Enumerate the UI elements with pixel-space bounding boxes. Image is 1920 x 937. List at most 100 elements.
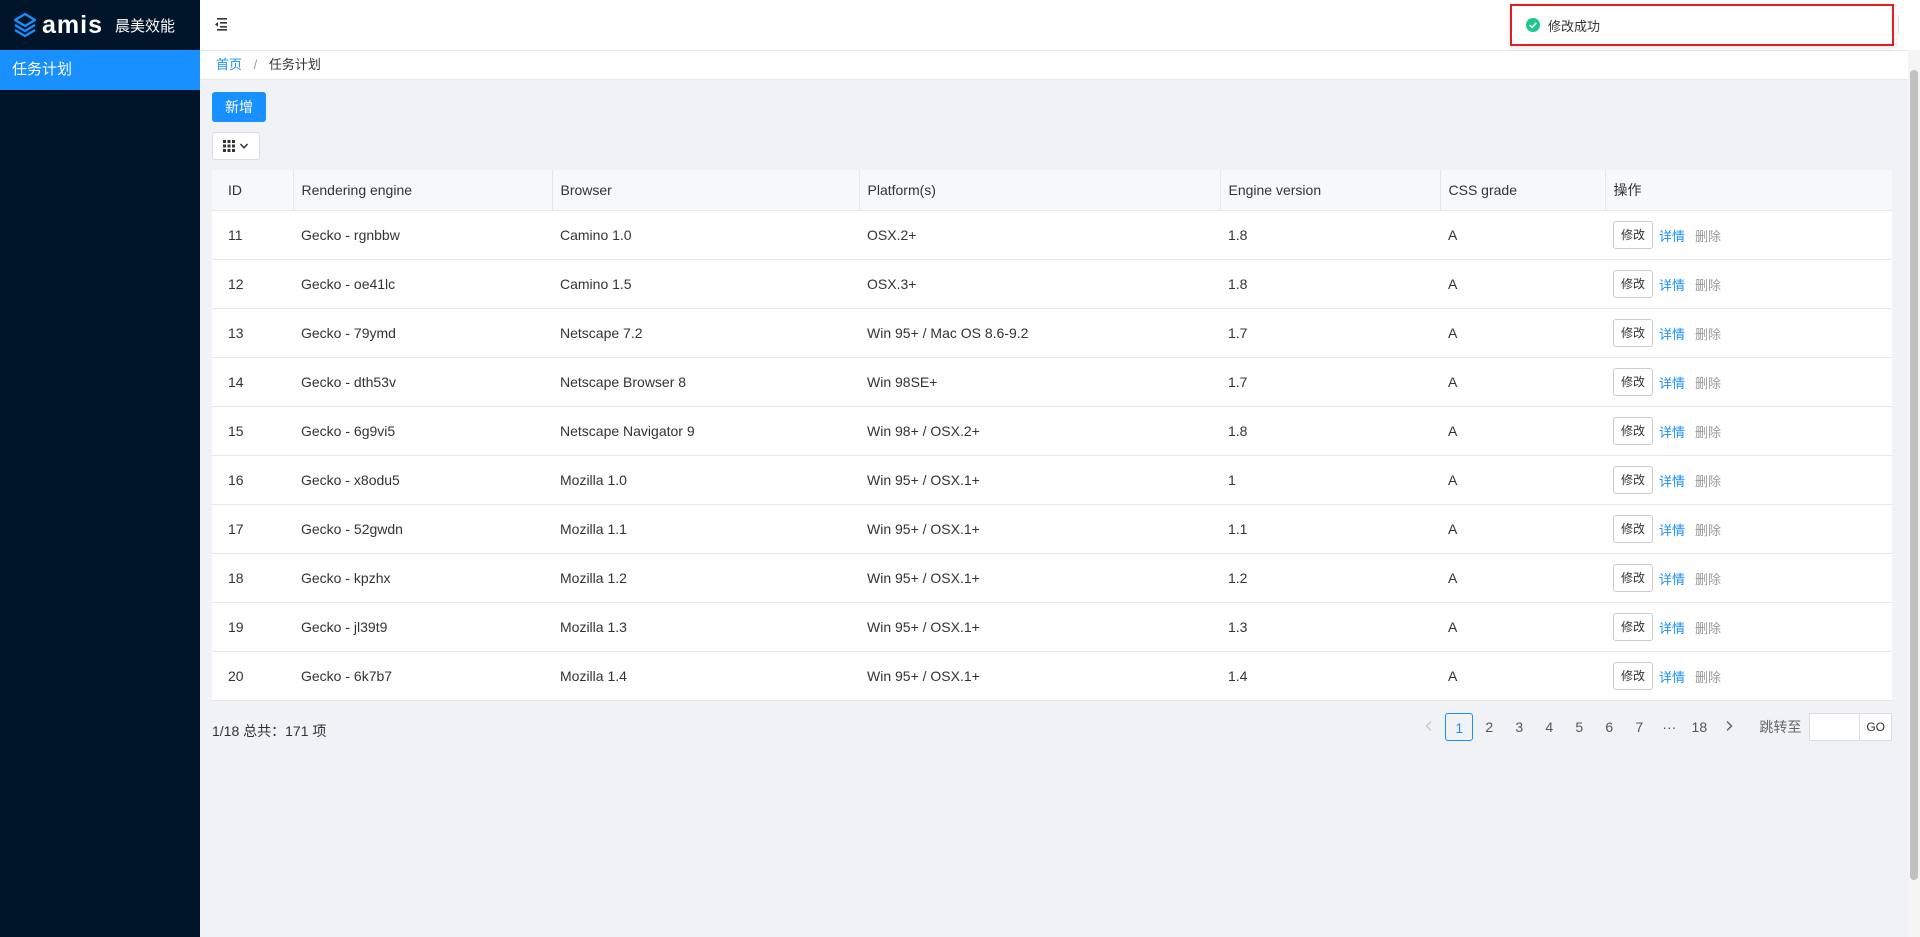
detail-link[interactable]: 详情 [1659, 327, 1685, 342]
go-button[interactable]: GO [1859, 713, 1892, 741]
page-button[interactable]: 5 [1565, 713, 1593, 741]
cell-css-grade: A [1440, 210, 1605, 260]
cell-actions: 修改 详情 删除 [1605, 553, 1892, 603]
brand-subtitle: 晨美效能 [114, 17, 175, 35]
edit-button[interactable]: 修改 [1613, 319, 1654, 347]
breadcrumb-home-link[interactable]: 首页 [216, 57, 242, 72]
delete-link[interactable]: 删除 [1695, 670, 1721, 685]
scrollbar-thumb[interactable] [1910, 70, 1918, 880]
edit-button[interactable]: 修改 [1613, 466, 1654, 494]
delete-link[interactable]: 删除 [1695, 376, 1721, 391]
cell-actions: 修改 详情 删除 [1605, 357, 1892, 407]
cell-id: 13 [212, 308, 293, 358]
detail-link[interactable]: 详情 [1659, 376, 1685, 391]
cell-platforms: Win 95+ / OSX.1+ [859, 553, 1220, 603]
cell-rendering-engine: Gecko - 79ymd [293, 308, 552, 358]
delete-link[interactable]: 删除 [1695, 572, 1721, 587]
cell-platforms: OSX.3+ [859, 259, 1220, 309]
next-page-button[interactable] [1715, 713, 1743, 741]
column-header-actions: 操作 [1604, 170, 1892, 211]
table-row: 11 Gecko - rgnbbw Camino 1.0 OSX.2+ 1.8 A 修改 详情… [212, 210, 1892, 260]
delete-link[interactable]: 删除 [1695, 278, 1721, 293]
page-button[interactable]: 3 [1505, 713, 1533, 741]
cell-actions: 修改 详情 删除 [1605, 259, 1892, 309]
cell-engine-version: 1 [1220, 455, 1440, 505]
edit-button[interactable]: 修改 [1613, 270, 1654, 298]
success-toast: 修改成功 [1510, 4, 1894, 46]
page-button[interactable]: 18 [1685, 713, 1713, 741]
edit-button[interactable]: 修改 [1613, 221, 1654, 249]
page-button[interactable]: 4 [1535, 713, 1563, 741]
sidebar-item-task-plan[interactable]: 任务计划 [0, 50, 200, 90]
detail-link[interactable]: 详情 [1659, 523, 1685, 538]
detail-link[interactable]: 详情 [1659, 474, 1685, 489]
cell-browser: Netscape 7.2 [552, 308, 859, 358]
cell-actions: 修改 详情 删除 [1605, 210, 1892, 260]
edit-button[interactable]: 修改 [1613, 564, 1654, 592]
cell-actions: 修改 详情 删除 [1605, 308, 1892, 358]
column-header-platforms[interactable]: Platform(s) [858, 170, 1220, 211]
cell-browser: Mozilla 1.4 [552, 651, 859, 701]
detail-link[interactable]: 详情 [1659, 621, 1685, 636]
column-header-browser[interactable]: Browser [551, 170, 859, 211]
detail-link[interactable]: 详情 [1659, 670, 1685, 685]
table-row: 18 Gecko - kpzhx Mozilla 1.2 Win 95+ / OSX.… [212, 553, 1892, 603]
page-button[interactable]: 2 [1475, 713, 1503, 741]
cell-engine-version: 1.8 [1220, 406, 1440, 456]
toast-message: 修改成功 [1548, 18, 1601, 34]
page-scrollbar[interactable] [1908, 50, 1920, 937]
cell-id: 19 [212, 602, 293, 652]
edit-button[interactable]: 修改 [1613, 417, 1654, 445]
table-row: 20 Gecko - 6k7b7 Mozilla 1.4 Win 95+ / OSX.… [212, 651, 1892, 701]
page-button[interactable]: 1 [1445, 713, 1474, 741]
brand[interactable]: amis 晨美效能 [0, 0, 200, 50]
prev-page-button[interactable] [1415, 713, 1443, 741]
detail-link[interactable]: 详情 [1659, 425, 1685, 440]
edit-button[interactable]: 修改 [1613, 368, 1654, 396]
delete-link[interactable]: 删除 [1695, 474, 1721, 489]
breadcrumb-current: 任务计划 [268, 57, 321, 72]
cell-browser: Mozilla 1.2 [552, 553, 859, 603]
cell-css-grade: A [1440, 308, 1605, 358]
column-header-css-grade[interactable]: CSS grade [1439, 170, 1605, 211]
cell-platforms: Win 98+ / OSX.2+ [859, 406, 1220, 456]
table-footer: 1/18 总共：171 项 1 2 3 4 5 6 7 ··· 18 跳转至 GO [212, 713, 1892, 745]
cell-id: 16 [212, 455, 293, 505]
column-header-engine-version[interactable]: Engine version [1219, 170, 1440, 211]
delete-link[interactable]: 删除 [1695, 621, 1721, 636]
cell-actions: 修改 详情 删除 [1605, 602, 1892, 652]
add-button[interactable]: 新增 [212, 92, 266, 122]
cell-browser: Mozilla 1.0 [552, 455, 859, 505]
page-button[interactable]: 6 [1595, 713, 1623, 741]
delete-link[interactable]: 删除 [1695, 425, 1721, 440]
jump-to-page-input[interactable] [1809, 713, 1860, 741]
detail-link[interactable]: 详情 [1659, 229, 1685, 244]
cell-actions: 修改 详情 删除 [1605, 455, 1892, 505]
delete-link[interactable]: 删除 [1695, 229, 1721, 244]
cell-browser: Camino 1.5 [552, 259, 859, 309]
column-header-rendering-engine[interactable]: Rendering engine [292, 170, 552, 211]
cell-rendering-engine: Gecko - jl39t9 [293, 602, 552, 652]
table-row: 19 Gecko - jl39t9 Mozilla 1.3 Win 95+ / OSX… [212, 602, 1892, 652]
menu-fold-icon[interactable] [212, 16, 228, 32]
cell-rendering-engine: Gecko - rgnbbw [293, 210, 552, 260]
edit-button[interactable]: 修改 [1613, 515, 1654, 543]
cell-engine-version: 1.3 [1220, 602, 1440, 652]
cell-id: 20 [212, 651, 293, 701]
page-button[interactable]: 7 [1625, 713, 1653, 741]
cell-engine-version: 1.8 [1220, 259, 1440, 309]
column-toggle-button[interactable] [212, 132, 260, 160]
detail-link[interactable]: 详情 [1659, 278, 1685, 293]
edit-button[interactable]: 修改 [1613, 662, 1654, 690]
cell-platforms: OSX.2+ [859, 210, 1220, 260]
column-header-id[interactable]: ID [212, 170, 293, 211]
cell-actions: 修改 详情 删除 [1605, 651, 1892, 701]
chevron-left-icon [1425, 720, 1432, 732]
edit-button[interactable]: 修改 [1613, 613, 1654, 641]
delete-link[interactable]: 删除 [1695, 327, 1721, 342]
detail-link[interactable]: 详情 [1659, 572, 1685, 587]
table-row: 13 Gecko - 79ymd Netscape 7.2 Win 95+ / Mac… [212, 308, 1892, 358]
main-content: 新增 ID Rendering engine Browser Platform(… [212, 92, 1892, 745]
cell-id: 14 [212, 357, 293, 407]
delete-link[interactable]: 删除 [1695, 523, 1721, 538]
